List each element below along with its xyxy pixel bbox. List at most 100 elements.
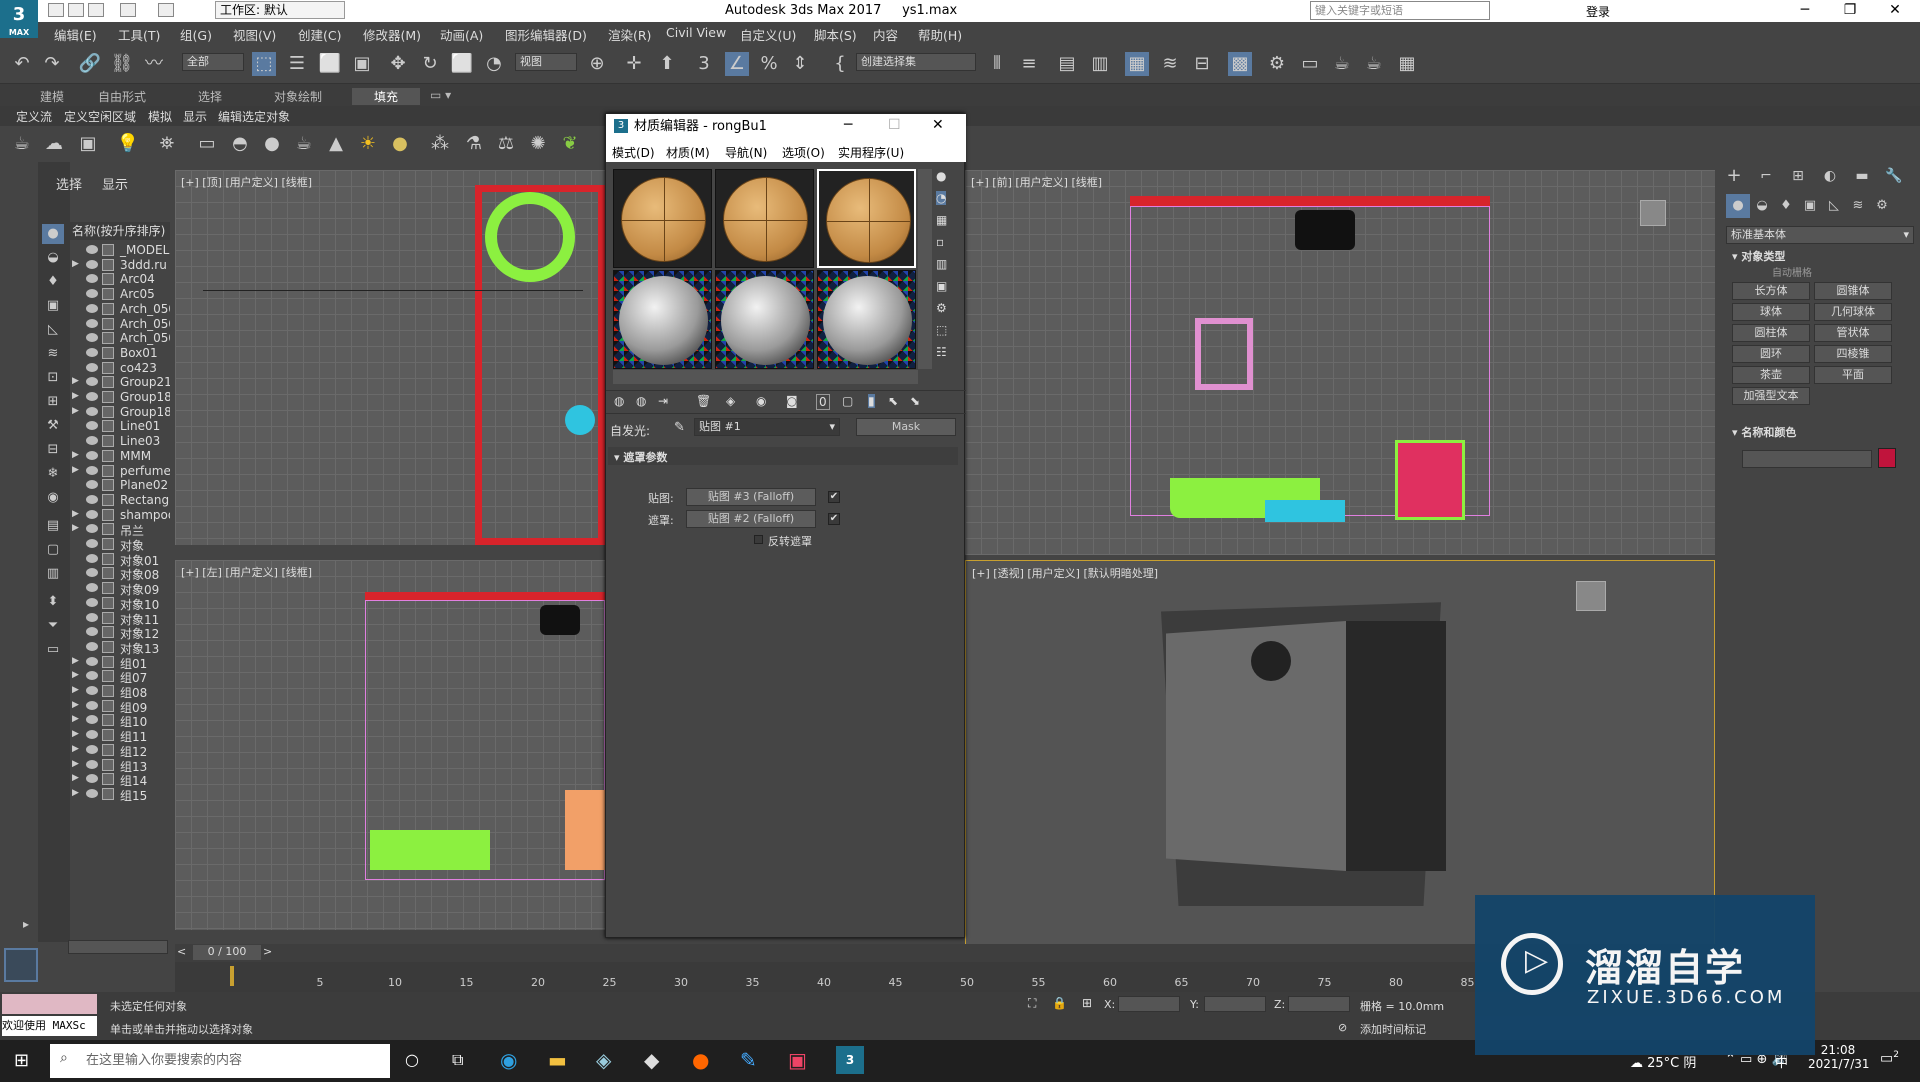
rigid-icon[interactable]: ⚖ bbox=[494, 132, 518, 156]
put-to-scene-icon[interactable]: ◍ bbox=[636, 394, 646, 408]
z-coordinate-field[interactable] bbox=[1288, 996, 1350, 1012]
menu-group[interactable]: 组(G) bbox=[180, 25, 212, 44]
put-to-library-icon[interactable]: ◉ bbox=[756, 394, 766, 408]
reset-map-icon[interactable]: 🗑 bbox=[696, 394, 711, 408]
material-menu-navigation[interactable]: 导航(N) bbox=[725, 144, 767, 161]
expand-arrow-icon[interactable]: ▶ bbox=[72, 509, 79, 519]
sample-slot-5[interactable] bbox=[715, 270, 814, 369]
visibility-eye-icon[interactable] bbox=[86, 744, 98, 754]
menu-create[interactable]: 创建(C) bbox=[298, 25, 341, 44]
visibility-eye-icon[interactable] bbox=[86, 436, 98, 446]
display-shapes-icon[interactable]: ◒ bbox=[42, 248, 64, 268]
visibility-eye-icon[interactable] bbox=[86, 377, 98, 387]
expand-arrow-icon[interactable]: ▶ bbox=[72, 376, 79, 386]
tab-selection[interactable]: 选择 bbox=[198, 88, 222, 105]
sample-slot-4[interactable] bbox=[613, 270, 712, 369]
align-icon[interactable]: ≡ bbox=[1017, 52, 1041, 76]
edit-named-sets-icon[interactable]: { bbox=[828, 52, 852, 76]
material-id-channel[interactable]: 0 bbox=[816, 394, 830, 410]
expand-arrow-icon[interactable]: ▶ bbox=[72, 729, 79, 739]
options-icon[interactable]: ⚙ bbox=[936, 301, 947, 315]
rotate-icon[interactable]: ↻ bbox=[418, 52, 442, 76]
curve-editor-icon[interactable]: ≋ bbox=[1158, 52, 1182, 76]
pivot-icon[interactable]: ⊕ bbox=[585, 52, 609, 76]
utilities-tab-icon[interactable]: 🔧 bbox=[1882, 164, 1906, 188]
expand-arrow-icon[interactable]: ▶ bbox=[72, 700, 79, 710]
firefox-icon[interactable]: ● bbox=[692, 1048, 709, 1072]
backlight-icon[interactable]: ◔ bbox=[936, 191, 947, 205]
suitcase-icon[interactable]: ▭ bbox=[42, 640, 64, 660]
visibility-eye-icon[interactable] bbox=[86, 583, 98, 593]
y-coordinate-field[interactable] bbox=[1204, 996, 1266, 1012]
login-link[interactable]: 登录 bbox=[1586, 3, 1610, 20]
material-menu-material[interactable]: 材质(M) bbox=[666, 144, 710, 161]
search-input[interactable]: 键入关键字或短语 bbox=[1310, 1, 1490, 20]
visibility-eye-icon[interactable] bbox=[86, 465, 98, 475]
windows-start-icon[interactable]: ⊞ bbox=[14, 1050, 29, 1071]
file-explorer-icon[interactable]: ▬ bbox=[548, 1048, 567, 1072]
toggle-ribbon-icon[interactable]: ▥ bbox=[1088, 52, 1112, 76]
image-icon[interactable]: ▣ bbox=[76, 132, 100, 156]
expand-arrow-icon[interactable]: ▶ bbox=[72, 450, 79, 460]
render-cloud-icon[interactable]: ▦ bbox=[1395, 52, 1419, 76]
viewport-left-label[interactable]: [+] [左] [用户定义] [线框] bbox=[181, 564, 312, 580]
expand-explorer-icon[interactable]: ▸ bbox=[14, 912, 38, 936]
material-close-icon[interactable]: ✕ bbox=[932, 117, 944, 133]
menu-content[interactable]: 内容 bbox=[873, 25, 898, 44]
viewport-front[interactable]: [+] [前] [用户定义] [线框] bbox=[965, 170, 1715, 555]
visibility-eye-icon[interactable] bbox=[86, 715, 98, 725]
video-color-check-icon[interactable]: ▥ bbox=[936, 257, 947, 271]
visibility-eye-icon[interactable] bbox=[86, 759, 98, 769]
app-logo[interactable]: 3 MAX bbox=[0, 0, 38, 38]
display-none-icon[interactable]: ▢ bbox=[42, 540, 64, 560]
light-icon[interactable]: 💡 bbox=[116, 132, 140, 156]
visibility-eye-icon[interactable] bbox=[86, 597, 98, 607]
visibility-eye-icon[interactable] bbox=[86, 289, 98, 299]
expand-arrow-icon[interactable]: ▶ bbox=[72, 465, 79, 475]
redo-icon[interactable] bbox=[158, 3, 174, 17]
ball-icon[interactable]: ● bbox=[388, 132, 412, 156]
mask-slot-button[interactable]: 贴图 #2 (Falloff) bbox=[686, 510, 816, 528]
wind-icon[interactable]: ✺ bbox=[526, 132, 550, 156]
menu-help[interactable]: 帮助(H) bbox=[918, 25, 962, 44]
map-name-select[interactable]: 贴图 #1 ▾ bbox=[694, 418, 840, 436]
material-map-navigator-icon[interactable]: ☷ bbox=[936, 345, 947, 359]
material-menu-options[interactable]: 选项(O) bbox=[782, 144, 825, 161]
display-frozen-icon[interactable]: ❄ bbox=[42, 464, 64, 484]
time-slider-frame[interactable]: 0 / 100 bbox=[193, 945, 261, 960]
cone-icon[interactable]: ▲ bbox=[324, 132, 348, 156]
assign-material-icon[interactable]: ⇥ bbox=[658, 394, 668, 408]
display-bones-icon[interactable]: ⚒ bbox=[42, 416, 64, 436]
edge-icon[interactable]: ◉ bbox=[500, 1048, 517, 1072]
object-type-button[interactable]: 圆柱体 bbox=[1732, 324, 1810, 342]
taskbar-search-input[interactable]: 在这里输入你要搜索的内容 bbox=[50, 1044, 390, 1078]
tab-freeform[interactable]: 自由形式 bbox=[98, 88, 146, 105]
expand-arrow-icon[interactable]: ▶ bbox=[72, 670, 79, 680]
close-icon[interactable]: ✕ bbox=[1880, 2, 1910, 18]
layer-explorer-icon[interactable]: ▤ bbox=[1055, 52, 1079, 76]
show-end-result-icon[interactable]: ▮ bbox=[868, 394, 875, 408]
go-forward-sibling-icon[interactable]: ⬊ bbox=[910, 394, 920, 408]
viewport-top[interactable]: [+] [顶] [用户定义] [线框] bbox=[175, 170, 605, 545]
menu-graph-editors[interactable]: 图形编辑器(D) bbox=[505, 25, 587, 44]
material-minimize-icon[interactable]: ─ bbox=[844, 117, 852, 133]
expand-arrow-icon[interactable]: ▶ bbox=[72, 685, 79, 695]
sample-slot-3[interactable] bbox=[817, 169, 916, 268]
visibility-eye-icon[interactable] bbox=[86, 671, 98, 681]
explorer-row[interactable]: ▶ 组15 bbox=[70, 786, 170, 804]
scale-icon[interactable]: ⬜ bbox=[450, 52, 474, 76]
object-type-button[interactable]: 圆环 bbox=[1732, 345, 1810, 363]
percent-snap-icon[interactable]: % bbox=[757, 52, 781, 76]
isolate-icon[interactable]: ⛶ bbox=[1028, 996, 1036, 1011]
display-groups-icon[interactable]: ⊡ bbox=[42, 368, 64, 388]
maximize-icon[interactable]: ❐ bbox=[1835, 2, 1865, 18]
select-by-material-icon[interactable]: ⬚ bbox=[936, 323, 947, 337]
map-slot-button[interactable]: 贴图 #3 (Falloff) bbox=[686, 488, 816, 506]
window-crossing-icon[interactable]: ▣ bbox=[350, 52, 374, 76]
uv-tiling-icon[interactable]: ▫ bbox=[936, 235, 944, 249]
visibility-eye-icon[interactable] bbox=[86, 347, 98, 357]
app-icon-3[interactable]: ✎ bbox=[740, 1048, 757, 1072]
expand-arrow-icon[interactable]: ▶ bbox=[72, 744, 79, 754]
select-by-name-icon[interactable]: ☰ bbox=[285, 52, 309, 76]
time-next-icon[interactable]: > bbox=[263, 945, 272, 958]
